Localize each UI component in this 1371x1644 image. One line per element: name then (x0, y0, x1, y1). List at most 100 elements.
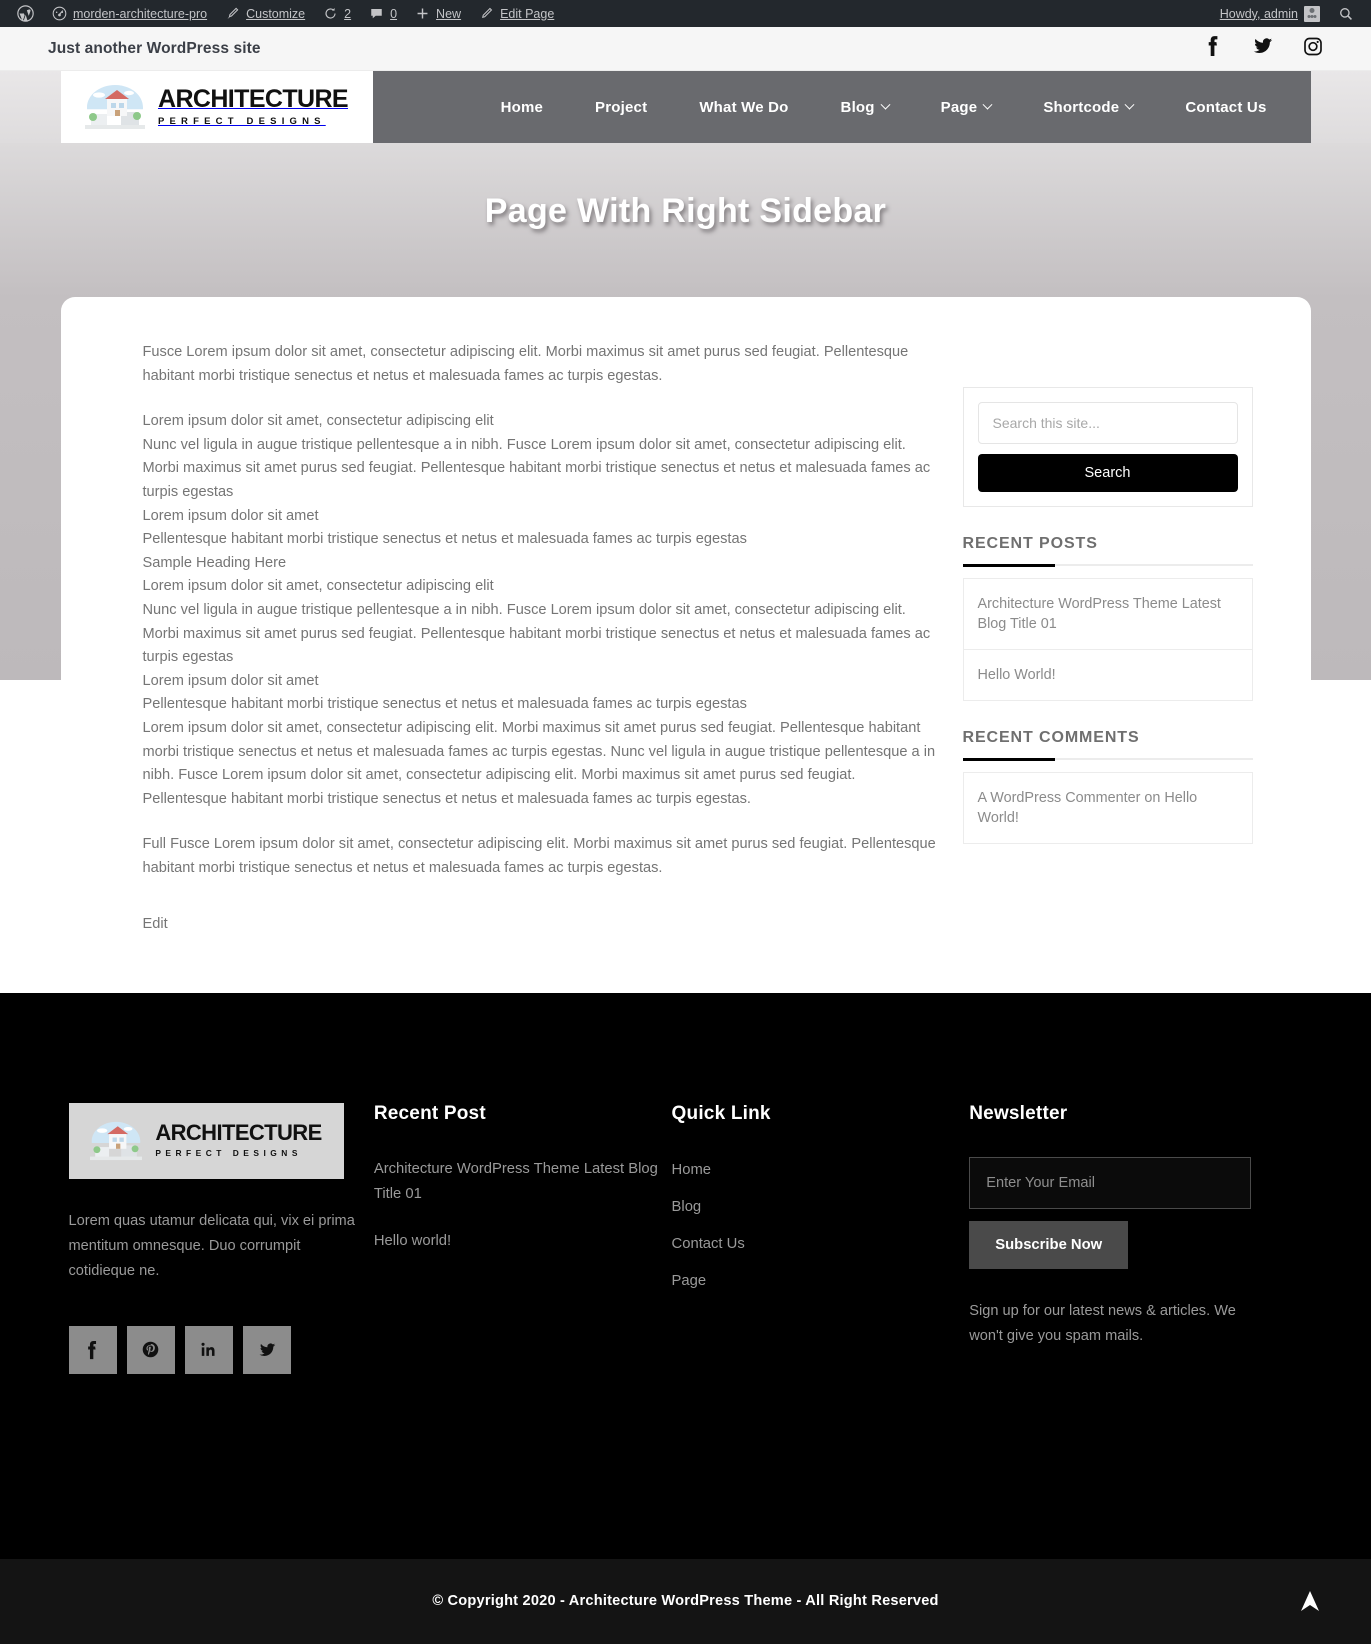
list-item[interactable]: Architecture WordPress Theme Latest Blog… (963, 579, 1252, 650)
footer-recent-post-link[interactable]: Hello world! (374, 1229, 672, 1254)
list-item[interactable]: Home (672, 1157, 970, 1183)
nav-label: Blog (840, 98, 875, 116)
primary-navigation: Home Project What We Do Blog Page Shortc… (372, 71, 1311, 143)
nav-item-page[interactable]: Page (915, 99, 1018, 116)
recent-comments-list: A WordPress Commenter on Hello World! (962, 772, 1253, 844)
howdy-label: Howdy, admin (1219, 6, 1298, 21)
content-line: Lorem ipsum dolor sit amet (142, 507, 319, 524)
list-item[interactable]: Page (672, 1268, 970, 1294)
content-paragraph-2: Full Fusce Lorem ipsum dolor sit amet, c… (142, 836, 936, 876)
recent-posts-list: Architecture WordPress Theme Latest Blog… (962, 578, 1253, 701)
content-line: Nunc vel ligula in augue tristique pelle… (142, 436, 931, 500)
site-name-menu[interactable]: morden-architecture-pro (43, 0, 216, 27)
page-title: Page With Right Sidebar (484, 191, 887, 230)
nav-link-what-we-do[interactable]: What We Do (673, 99, 814, 116)
copyright-bar: © Copyright 2020 - Architecture WordPres… (0, 1558, 1371, 1644)
edit-post-link[interactable]: Edit (143, 916, 168, 932)
updates-icon (325, 7, 336, 19)
content-line: Nunc vel ligula in augue tristique pelle… (142, 601, 931, 666)
footer-recent-post-link[interactable]: Architecture WordPress Theme Latest Blog… (374, 1157, 672, 1207)
logo-line-2: PERFECT DESIGNS (157, 115, 326, 127)
content-line: Pellentesque habitant morbi tristique se… (142, 696, 747, 713)
nav-label: Page (940, 98, 978, 116)
search-input[interactable] (977, 402, 1238, 444)
site-logo: ARCHITECTURE PERFECT DESIGNS (84, 84, 349, 130)
footer-quick-link-blog[interactable]: Blog (672, 1194, 970, 1220)
newsletter-email-input[interactable] (969, 1157, 1252, 1210)
paintbrush-icon (227, 7, 239, 19)
nav-item-blog[interactable]: Blog (815, 99, 915, 116)
nav-link-blog[interactable]: Blog (815, 99, 915, 116)
list-item[interactable]: Blog (672, 1194, 970, 1220)
footer-newsletter-column: Newsletter Subscribe Now Sign up for our… (969, 1103, 1255, 1373)
nav-link-page[interactable]: Page (915, 99, 1018, 116)
footer-social-facebook[interactable] (68, 1325, 117, 1374)
customize-button[interactable]: Customize (216, 0, 314, 27)
twitter-icon (259, 1343, 275, 1356)
nav-item-project[interactable]: Project (569, 99, 673, 116)
house-illustration-icon (90, 1122, 143, 1161)
footer-quick-link-contact-us[interactable]: Contact Us (672, 1231, 970, 1257)
header-inner: ARCHITECTURE PERFECT DESIGNS Home Projec… (60, 71, 1311, 143)
footer-quick-link-list: Home Blog Contact Us Page (672, 1157, 970, 1294)
social-link-twitter[interactable] (1252, 35, 1273, 62)
list-item[interactable]: Contact Us (672, 1231, 970, 1257)
facebook-icon (1208, 36, 1218, 56)
nav-label: Project (595, 98, 648, 116)
updates-button[interactable]: 2 (314, 0, 360, 27)
search-icon (1340, 7, 1352, 20)
edit-page-button[interactable]: Edit Page (470, 0, 563, 27)
edit-page-label: Edit Page (500, 6, 555, 21)
social-link-facebook[interactable] (1205, 35, 1222, 62)
wordpress-logo-button[interactable] (8, 0, 43, 27)
nav-link-project[interactable]: Project (569, 99, 673, 116)
nav-item-what-we-do[interactable]: What We Do (673, 99, 814, 116)
recent-comment-link[interactable]: A WordPress Commenter on Hello World! (964, 773, 1252, 843)
subscribe-button[interactable]: Subscribe Now (969, 1221, 1129, 1270)
recent-post-link[interactable]: Hello World! (964, 650, 1252, 700)
comments-button[interactable]: 0 (360, 0, 406, 27)
house-logo-icon (84, 84, 145, 130)
footer-recent-post-column: Recent Post Architecture WordPress Theme… (374, 1103, 672, 1373)
recent-post-link[interactable]: Architecture WordPress Theme Latest Blog… (964, 579, 1252, 649)
new-content-button[interactable]: New (406, 0, 470, 27)
site-tagline: Just another WordPress site (48, 39, 261, 57)
nav-label: Shortcode (1043, 98, 1120, 116)
list-item[interactable]: Hello world! (374, 1229, 672, 1254)
nav-item-shortcode[interactable]: Shortcode (1017, 99, 1159, 116)
title-underline (962, 564, 1253, 567)
search-button[interactable]: Search (977, 454, 1238, 492)
footer-quick-link-title: Quick Link (671, 1103, 771, 1125)
nav-item-home[interactable]: Home (475, 99, 569, 116)
nav-link-home[interactable]: Home (475, 99, 569, 116)
footer-social-twitter[interactable] (242, 1325, 291, 1374)
footer-social-links (68, 1325, 374, 1374)
footer-quick-link-home[interactable]: Home (672, 1157, 970, 1183)
footer-quick-link-page[interactable]: Page (672, 1268, 970, 1294)
my-account-menu[interactable]: Howdy, admin (1211, 0, 1329, 27)
site-name-label: morden-architecture-pro (73, 6, 208, 21)
plus-icon (417, 8, 428, 19)
pinterest-icon (142, 1342, 159, 1358)
nav-list: Home Project What We Do Blog Page Shortc… (475, 99, 1293, 116)
nav-label: Contact Us (1185, 98, 1267, 116)
site-logo-link[interactable]: ARCHITECTURE PERFECT DESIGNS (60, 71, 373, 143)
copyright-text: © Copyright 2020 - Architecture WordPres… (432, 1593, 939, 1610)
house-logo-icon (90, 1121, 143, 1161)
social-link-instagram[interactable] (1303, 36, 1323, 62)
chevron-down-icon (880, 99, 891, 110)
content-line: Lorem ipsum dolor sit amet (142, 672, 319, 689)
admin-search-button[interactable] (1329, 0, 1363, 27)
nav-link-shortcode[interactable]: Shortcode (1017, 99, 1159, 116)
footer-social-pinterest[interactable] (126, 1325, 175, 1374)
logo-wordmark: ARCHITECTURE PERFECT DESIGNS (157, 86, 349, 128)
scroll-to-top-button[interactable] (1297, 1588, 1323, 1614)
nav-item-contact-us[interactable]: Contact Us (1159, 99, 1292, 116)
list-item[interactable]: Hello World! (964, 650, 1252, 700)
twitter-icon (1253, 38, 1273, 53)
nav-label: What We Do (699, 98, 789, 116)
nav-link-contact-us[interactable]: Contact Us (1159, 99, 1292, 116)
list-item[interactable]: Architecture WordPress Theme Latest Blog… (374, 1157, 672, 1207)
footer-social-linkedin[interactable] (184, 1325, 233, 1374)
list-item[interactable]: A WordPress Commenter on Hello World! (964, 773, 1252, 843)
